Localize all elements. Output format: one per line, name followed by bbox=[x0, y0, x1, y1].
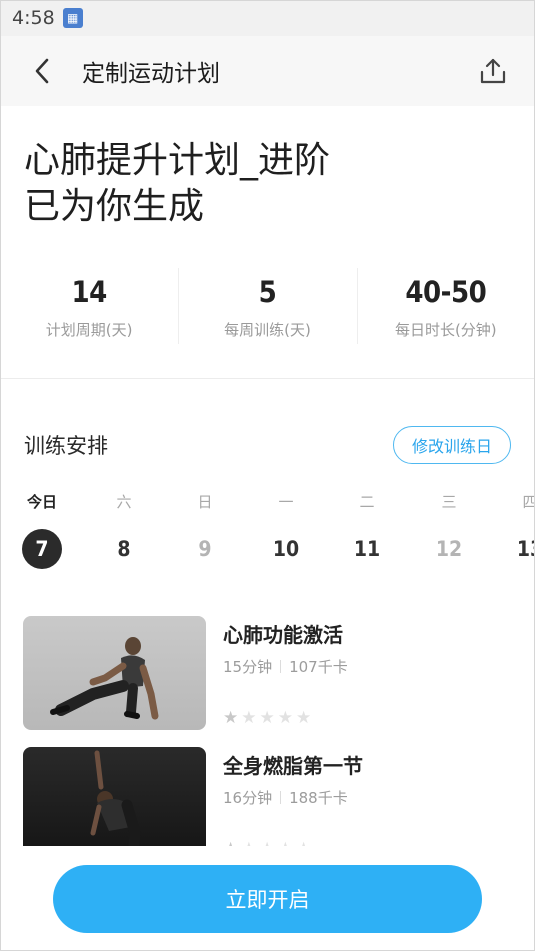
workout-meta: 16分钟 188千卡 bbox=[223, 787, 348, 808]
athlete-image bbox=[50, 637, 159, 720]
day-of-week: 三 bbox=[441, 493, 457, 511]
plan-stats: 14 计划周期(天) 5 每周训练(天) 40-50 每日时长(分钟) bbox=[0, 266, 535, 346]
status-bar: 4:58 ▦ bbox=[0, 0, 535, 36]
stat-label: 每日时长(分钟) bbox=[394, 321, 497, 339]
athlete-image bbox=[90, 750, 141, 846]
workout-meta: 15分钟 107千卡 bbox=[223, 656, 348, 677]
star-icon: ★ bbox=[296, 841, 311, 847]
day-of-week: 今日 bbox=[26, 493, 57, 511]
page-title: 定制运动计划 bbox=[82, 61, 220, 87]
stat-label: 每周训练(天) bbox=[224, 321, 311, 339]
stat-value: 40-50 bbox=[405, 275, 487, 309]
plan-headline: 心肺提升计划_进阶 已为你生成 bbox=[24, 138, 504, 230]
day-item[interactable]: 三 12 bbox=[428, 490, 470, 569]
star-icon: ★ bbox=[259, 708, 275, 728]
day-number: 8 bbox=[117, 537, 131, 561]
workout-title: 全身燃脂第一节 bbox=[223, 754, 363, 778]
star-icon: ★ bbox=[223, 708, 239, 728]
stat-daily-duration: 40-50 每日时长(分钟) bbox=[356, 266, 535, 346]
meta-separator bbox=[280, 660, 282, 673]
workout-duration: 15分钟 bbox=[223, 658, 273, 676]
plan-generated-text: 已为你生成 bbox=[24, 186, 205, 227]
workout-card[interactable]: 心肺功能激活 15分钟 107千卡 ★ ★ ★ ★ ★ bbox=[23, 616, 513, 730]
stat-label: 计划周期(天) bbox=[45, 321, 133, 339]
workout-title: 心肺功能激活 bbox=[223, 623, 343, 647]
star-icon: ★ bbox=[260, 841, 275, 847]
day-of-week: 四 bbox=[522, 493, 535, 511]
status-time: 4:58 bbox=[12, 7, 55, 29]
star-icon: ★ bbox=[278, 841, 293, 847]
day-selector: 今日 7 六 8 日 9 一 10 二 11 三 12 四 13 bbox=[0, 490, 535, 580]
chevron-left-icon bbox=[35, 58, 49, 84]
day-of-week: 一 bbox=[278, 493, 294, 511]
workout-card[interactable]: 全身燃脂第一节 16分钟 188千卡 ★ ★ ★ ★ ★ bbox=[23, 747, 513, 846]
modify-training-days-button[interactable]: 修改训练日 bbox=[393, 426, 511, 464]
back-button[interactable] bbox=[22, 51, 62, 91]
stat-value: 5 bbox=[258, 275, 277, 309]
schedule-title: 训练安排 bbox=[24, 434, 108, 458]
share-icon bbox=[480, 58, 506, 84]
day-number: 7 bbox=[22, 529, 62, 569]
star-icon: ★ bbox=[241, 708, 257, 728]
plan-name: 心肺提升计划_进阶 bbox=[24, 140, 331, 181]
difficulty-rating: ★ ★ ★ ★ ★ bbox=[223, 710, 311, 727]
share-button[interactable] bbox=[473, 51, 513, 91]
day-number: 9 bbox=[198, 537, 212, 561]
day-item[interactable]: 日 9 bbox=[184, 490, 226, 569]
day-number: 11 bbox=[353, 537, 381, 561]
meta-separator bbox=[280, 791, 282, 804]
stat-weekly-days: 5 每周训练(天) bbox=[178, 266, 356, 346]
day-item[interactable]: 六 8 bbox=[103, 490, 145, 569]
difficulty-rating: ★ ★ ★ ★ ★ bbox=[223, 841, 311, 847]
stat-period: 14 计划周期(天) bbox=[0, 266, 178, 346]
star-icon: ★ bbox=[296, 708, 312, 728]
day-item[interactable]: 二 11 bbox=[346, 490, 388, 569]
day-of-week: 二 bbox=[359, 493, 375, 511]
workout-calories: 107千卡 bbox=[289, 658, 348, 676]
section-divider bbox=[0, 378, 535, 379]
start-plan-button[interactable]: 立即开启 bbox=[53, 865, 482, 933]
star-icon: ★ bbox=[277, 708, 293, 728]
nav-bar: 定制运动计划 bbox=[0, 36, 535, 106]
day-item[interactable]: 今日 7 bbox=[21, 490, 63, 569]
workout-thumbnail bbox=[23, 616, 206, 730]
day-number: 12 bbox=[435, 537, 463, 561]
workout-calories: 188千卡 bbox=[289, 789, 348, 807]
day-item[interactable]: 四 13 bbox=[509, 490, 535, 569]
app-notification-icon: ▦ bbox=[62, 8, 83, 28]
day-of-week: 六 bbox=[116, 493, 132, 511]
day-number: 13 bbox=[516, 537, 535, 561]
day-item[interactable]: 一 10 bbox=[265, 490, 307, 569]
star-icon: ★ bbox=[241, 841, 256, 847]
stat-value: 14 bbox=[71, 275, 108, 309]
workout-list: 心肺功能激活 15分钟 107千卡 ★ ★ ★ ★ ★ 全身燃脂第一节 16分钟 bbox=[0, 616, 535, 846]
workout-thumbnail bbox=[23, 747, 206, 846]
day-number: 10 bbox=[272, 537, 300, 561]
day-of-week: 日 bbox=[197, 493, 213, 511]
star-icon: ★ bbox=[223, 841, 238, 847]
workout-duration: 16分钟 bbox=[223, 789, 273, 807]
